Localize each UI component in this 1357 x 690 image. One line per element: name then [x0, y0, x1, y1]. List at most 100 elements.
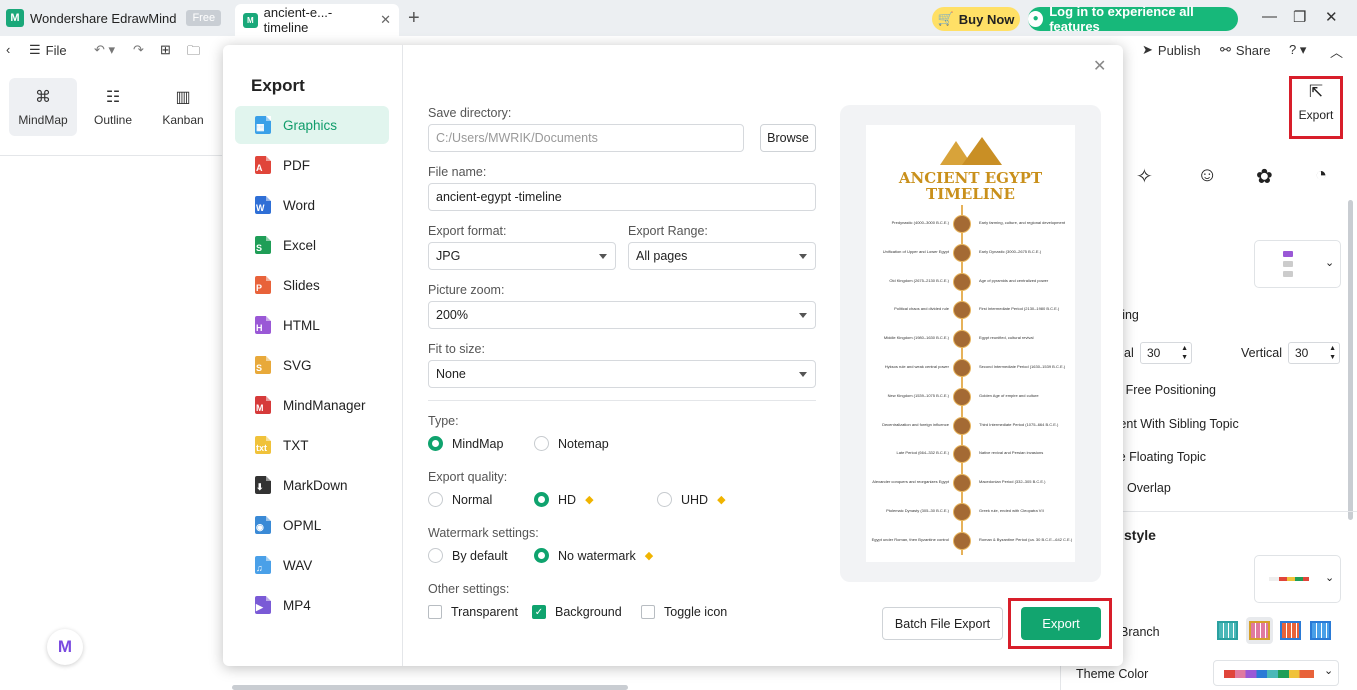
- undo-icon[interactable]: ↶ ▾: [94, 42, 115, 58]
- format-word[interactable]: W Word: [235, 186, 389, 224]
- highlight-box-panel-export: [1289, 76, 1343, 139]
- spinner-arrows-icon[interactable]: ▲ ▼: [1181, 344, 1188, 362]
- view-kanban[interactable]: ▥ Kanban: [149, 78, 217, 136]
- horizontal-spinner[interactable]: 30 ▲ ▼: [1140, 342, 1192, 364]
- minimize-icon[interactable]: —: [1262, 8, 1277, 25]
- transparent-checkbox[interactable]: Transparent: [428, 605, 518, 619]
- format-mp4[interactable]: ▶ MP4: [235, 586, 389, 624]
- preview-title: ANCIENT EGYPT TIMELINE: [866, 170, 1075, 202]
- picture-zoom-select[interactable]: 200%: [428, 301, 816, 329]
- help-icon[interactable]: ? ▾: [1289, 42, 1306, 58]
- free-badge: Free: [186, 10, 222, 26]
- branch-layout-option-2-selected[interactable]: [1246, 617, 1273, 644]
- buy-now-button[interactable]: 🛒 Buy Now: [932, 7, 1020, 31]
- free-positioning-option[interactable]: ch Free Positioning: [1109, 383, 1216, 397]
- overlap-option[interactable]: Overlap: [1127, 481, 1171, 495]
- sticker-icon[interactable]: ☺: [1197, 164, 1217, 187]
- floating-topic-option[interactable]: ble Floating Topic: [1109, 450, 1206, 464]
- save-directory-input[interactable]: C:/Users/MWRIK/Documents: [428, 124, 744, 152]
- type-notemap-radio[interactable]: Notemap: [534, 436, 609, 451]
- fit-to-size-select[interactable]: None: [428, 360, 816, 388]
- quality-uhd-radio[interactable]: UHD ◆: [657, 492, 726, 507]
- close-tab-icon[interactable]: ✕: [380, 12, 391, 28]
- format-html[interactable]: H HTML: [235, 306, 389, 344]
- ai-sparkle-icon[interactable]: ✧: [1136, 164, 1153, 189]
- branch-label: Branch: [1120, 625, 1160, 639]
- collapse-icon[interactable]: ︿: [1330, 42, 1343, 61]
- timeline-right-text: Egypt reunified, cultural revival: [979, 335, 1034, 341]
- panel-scrollbar[interactable]: [1348, 200, 1353, 520]
- app-tab[interactable]: M Wondershare EdrawMind Free: [6, 6, 222, 30]
- watermark-default-radio[interactable]: By default: [428, 548, 508, 563]
- format-pdf[interactable]: A PDF: [235, 146, 389, 184]
- format-markdown[interactable]: ⬇ MarkDown: [235, 466, 389, 504]
- theme-icon[interactable]: ✿: [1256, 164, 1273, 189]
- document-icon: M: [243, 12, 258, 28]
- view-outline[interactable]: ☷ Outline: [79, 78, 147, 136]
- highlight-box-export-button: [1008, 598, 1112, 649]
- close-window-icon[interactable]: ✕: [1325, 8, 1338, 26]
- timeline-left-text: New Kingdom (1539–1075 B.C.E.): [887, 392, 949, 398]
- background-checkbox[interactable]: ✓ Background: [532, 605, 622, 619]
- type-mindmap-radio[interactable]: MindMap: [428, 436, 503, 451]
- format-slides[interactable]: P Slides: [235, 266, 389, 304]
- format-txt[interactable]: txt TXT: [235, 426, 389, 464]
- export-format-label: Export format:: [428, 224, 507, 238]
- export-format-select[interactable]: JPG: [428, 242, 616, 270]
- format-label: TXT: [283, 437, 309, 453]
- branch-style-selector[interactable]: ⌄: [1254, 555, 1341, 603]
- format-excel[interactable]: S Excel: [235, 226, 389, 264]
- open-folder-icon[interactable]: 🗀: [187, 42, 200, 64]
- vertical-spinner[interactable]: 30 ▲ ▼: [1288, 342, 1340, 364]
- quality-hd-radio[interactable]: HD ◆: [534, 492, 594, 507]
- view-label: Kanban: [162, 113, 204, 127]
- radio-unselected: [428, 492, 443, 507]
- timeline-right-text: Greek rule, ended with Cleopatra VII: [979, 508, 1044, 513]
- ai-assistant-icon[interactable]: M: [47, 629, 83, 665]
- save-directory-label: Save directory:: [428, 106, 512, 120]
- no-watermark-radio[interactable]: No watermark ◆: [534, 548, 653, 563]
- publish-button[interactable]: ➤ Publish: [1142, 42, 1201, 58]
- fit-to-size-label: Fit to size:: [428, 342, 485, 356]
- share-button[interactable]: ⚯ Share: [1220, 42, 1271, 58]
- layout-selector[interactable]: ⌄: [1254, 240, 1341, 288]
- export-quality-label: Export quality:: [428, 470, 508, 484]
- format-svg[interactable]: S SVG: [235, 346, 389, 384]
- login-button[interactable]: ● Log in to experience all features: [1028, 4, 1238, 34]
- view-mindmap[interactable]: ⌘ MindMap: [9, 78, 77, 136]
- toggle-icon-checkbox[interactable]: Toggle icon: [641, 605, 727, 619]
- document-tab[interactable]: M ancient-e...-timeline ✕: [235, 4, 399, 36]
- branch-layout-option-3[interactable]: [1280, 621, 1301, 640]
- export-range-select[interactable]: All pages: [628, 242, 816, 270]
- format-mindmanager[interactable]: M MindManager: [235, 386, 389, 424]
- branch-layout-option-4[interactable]: [1310, 621, 1331, 640]
- wav-file-icon: ♫: [255, 556, 271, 574]
- browse-button[interactable]: Browse: [760, 124, 816, 152]
- file-menu[interactable]: ☰ File: [29, 42, 67, 58]
- maximize-icon[interactable]: ❐: [1293, 8, 1306, 26]
- mp4-file-icon: ▶: [255, 596, 271, 614]
- timeline-row: Late Period (664–332 B.C.E.) Native reviv…: [866, 445, 1075, 465]
- new-tab-icon[interactable]: +: [408, 7, 420, 30]
- batch-export-button[interactable]: Batch File Export: [882, 607, 1003, 640]
- format-opml[interactable]: ◉ OPML: [235, 506, 389, 544]
- view-label: MindMap: [18, 113, 68, 127]
- format-graphics[interactable]: ▦ Graphics: [235, 106, 389, 144]
- html-file-icon: H: [255, 316, 271, 334]
- file-name-input[interactable]: ancient-egypt -timeline: [428, 183, 816, 211]
- vertical-value: 30: [1295, 346, 1309, 360]
- format-label: Word: [283, 197, 316, 213]
- preview-page: ANCIENT EGYPT TIMELINE Predynastic (4000–…: [866, 125, 1075, 562]
- redo-icon[interactable]: ↷: [133, 42, 144, 58]
- close-dialog-icon[interactable]: ✕: [1093, 56, 1106, 76]
- branch-layout-option-1[interactable]: [1217, 621, 1238, 640]
- horizontal-scrollbar[interactable]: [232, 685, 628, 690]
- history-icon[interactable]: ◔: [1315, 164, 1327, 187]
- theme-color-selector[interactable]: ⌄: [1213, 660, 1339, 686]
- back-icon[interactable]: ‹: [6, 42, 10, 57]
- spinner-arrows-icon[interactable]: ▲ ▼: [1329, 344, 1336, 362]
- quality-normal-radio[interactable]: Normal: [428, 492, 492, 507]
- format-wav[interactable]: ♫ WAV: [235, 546, 389, 584]
- new-icon[interactable]: ⊞: [160, 42, 171, 58]
- sibling-alignment-option[interactable]: ment With Sibling Topic: [1109, 417, 1239, 431]
